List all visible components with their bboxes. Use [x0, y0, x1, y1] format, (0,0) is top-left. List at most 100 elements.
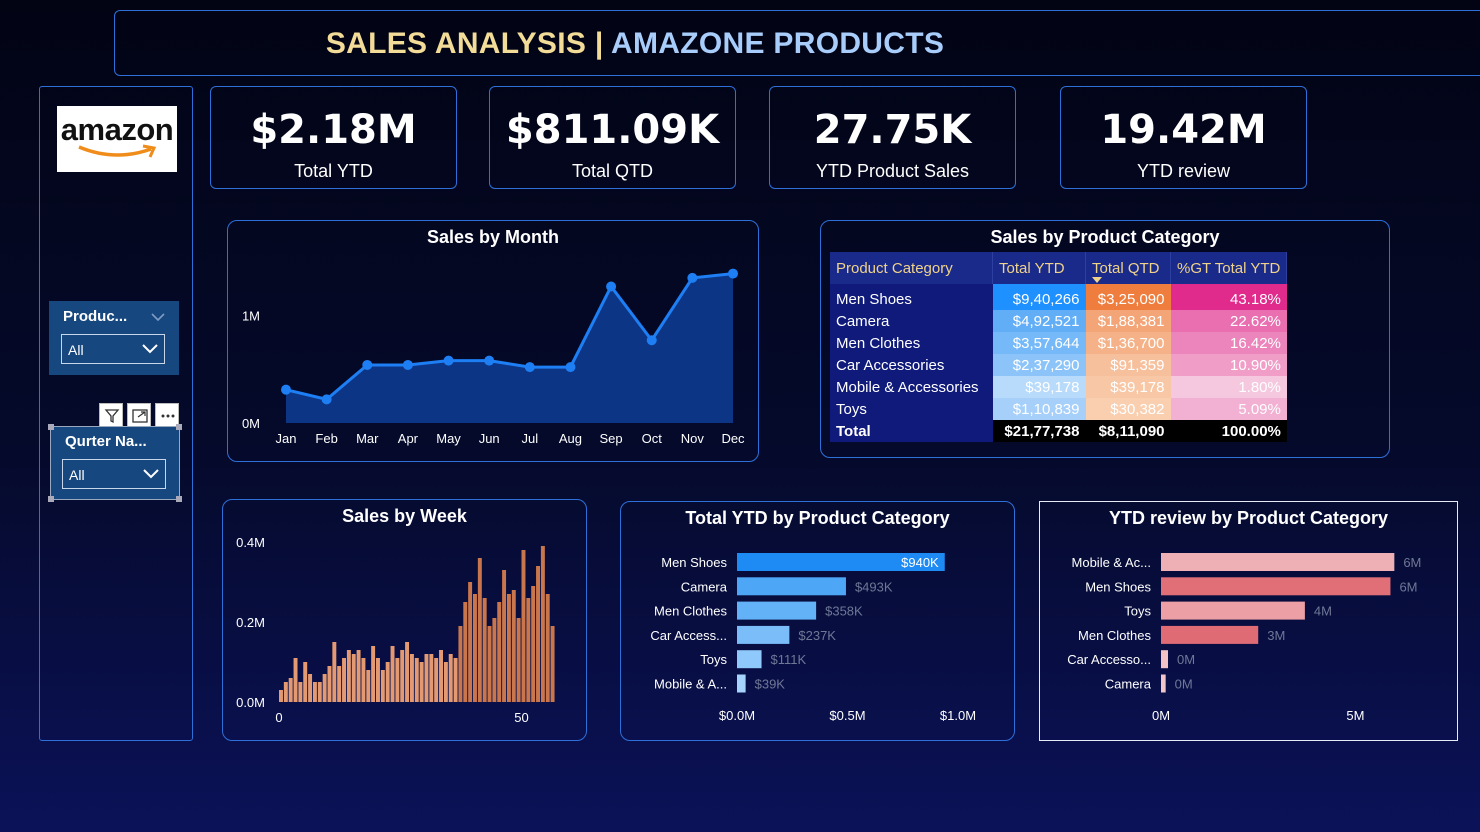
data-point	[687, 272, 698, 283]
week-bar	[327, 666, 332, 702]
table-cell: $39,178	[992, 376, 1086, 398]
x-tick-label: 50	[514, 710, 528, 725]
column-header[interactable]: Product Category	[830, 252, 993, 284]
week-bar	[409, 654, 414, 702]
category-label: Men Shoes	[1085, 579, 1151, 594]
week-bar	[283, 682, 288, 702]
week-bar	[298, 682, 303, 702]
chart-title: Sales by Product Category	[990, 227, 1220, 247]
sort-descending-icon	[1092, 277, 1102, 283]
filter-icon[interactable]	[99, 403, 123, 427]
column-header[interactable]: %GT Total YTD	[1170, 252, 1288, 284]
table-row[interactable]: Camera $4,92,521 $1,88,381 22.62%	[830, 310, 1287, 332]
x-tick-label: $0.0M	[719, 708, 755, 723]
quarter-slicer[interactable]: Qurter Na... All	[48, 424, 182, 502]
week-bar	[531, 586, 536, 702]
table-row[interactable]: Men Clothes $3,57,644 $1,36,700 16.42%	[830, 332, 1287, 354]
data-label: 4M	[1314, 604, 1332, 619]
ytd-review-by-category-chart[interactable]: YTD review by Product Category Mobile & …	[1039, 501, 1458, 741]
table-cell: $3,25,090	[1085, 284, 1171, 310]
dropdown-value: All	[69, 467, 85, 483]
week-bar-plot: 0.0M 0.2M 0.4M 0 50	[236, 535, 555, 725]
week-bar	[414, 658, 419, 702]
x-tick-label: Jan	[276, 431, 297, 446]
column-header[interactable]: Total YTD	[992, 252, 1086, 284]
data-point	[606, 281, 617, 292]
kpi-value: $811.09K	[505, 107, 720, 153]
x-tick-label: Nov	[681, 431, 705, 446]
table-cell: $1,36,700	[1085, 332, 1171, 354]
data-label: 6M	[1399, 579, 1417, 594]
week-bar	[380, 670, 385, 702]
week-bar	[434, 658, 439, 702]
week-bar	[405, 642, 410, 702]
sales-by-month-chart[interactable]: Sales by Month 0M 1M Jan Feb Mar Apr May Jun Jul…	[227, 220, 759, 462]
category-bar	[1161, 553, 1395, 571]
week-bar	[482, 598, 487, 702]
total-cell: $21,77,738	[992, 420, 1086, 442]
week-bar	[337, 666, 342, 702]
table-cell: 10.90%	[1170, 354, 1287, 376]
week-bar	[536, 566, 540, 702]
table-cell: $30,382	[1085, 398, 1171, 420]
sales-by-week-chart[interactable]: Sales by Week 0.0M 0.2M 0.4M 0 50	[222, 499, 587, 741]
table-row[interactable]: Toys $1,10,839 $30,382 5.09%	[830, 398, 1287, 420]
category-label: Men Clothes	[654, 604, 727, 619]
week-bar	[346, 650, 351, 702]
data-point	[646, 335, 657, 346]
table-cell: 43.18%	[1170, 284, 1287, 310]
category-label: Mobile & Ac...	[1072, 555, 1151, 570]
table-row[interactable]: Car Accessories $2,37,290 $91,359 10.90%	[830, 354, 1287, 376]
x-tick-label: 0	[275, 710, 282, 725]
category-label: Men Shoes	[661, 555, 727, 570]
resize-handle[interactable]	[48, 496, 54, 502]
total-ytd-by-category-chart[interactable]: Total YTD by Product Category Men Shoes $…	[620, 501, 1015, 741]
data-label: $39K	[755, 677, 786, 692]
table-row[interactable]: Mobile & Accessories $39,178 $39,178 1.80%	[830, 376, 1287, 398]
data-point	[484, 355, 495, 366]
week-bar	[390, 646, 395, 702]
table-cell: Toys	[830, 398, 993, 420]
product-dropdown[interactable]: All	[61, 334, 165, 364]
quarter-dropdown[interactable]: All	[62, 459, 166, 489]
kpi-label: Total YTD	[294, 161, 373, 181]
resize-handle[interactable]	[176, 496, 182, 502]
report-title-bar: SALES ANALYSIS | AMAZONE PRODUCTS	[114, 10, 1480, 76]
table-row[interactable]: Men Shoes $9,40,266 $3,25,090 43.18%	[830, 284, 1287, 310]
data-point	[443, 355, 454, 366]
week-bar	[385, 662, 390, 702]
category-label: Car Accesso...	[1067, 652, 1151, 667]
focus-mode-icon[interactable]	[127, 403, 151, 427]
x-tick-label: Mar	[356, 431, 379, 446]
area-fill	[286, 273, 733, 423]
table-cell: 5.09%	[1170, 398, 1287, 420]
week-bar	[308, 674, 313, 702]
month-area-plot: 0M 1M Jan Feb Mar Apr May Jun Jul Aug Sep Oct Nov Dec	[242, 268, 745, 446]
product-slicer[interactable]: Produc... All	[49, 301, 179, 375]
resize-handle[interactable]	[176, 424, 182, 430]
week-bar	[400, 650, 405, 702]
table-cell: Men Shoes	[830, 284, 993, 310]
x-tick-label: Oct	[642, 431, 663, 446]
week-bar	[545, 594, 550, 702]
table-cell: Car Accessories	[830, 354, 993, 376]
table-cell: $4,92,521	[992, 310, 1086, 332]
table-cell: Mobile & Accessories	[830, 376, 993, 398]
category-bar	[737, 674, 746, 693]
matrix-header-row: Product Category Total YTD Total QTD %GT…	[830, 252, 1288, 284]
category-bar	[1161, 577, 1391, 596]
table-cell: 1.80%	[1170, 376, 1287, 398]
x-tick-label: 0M	[1152, 708, 1170, 723]
week-bar	[424, 654, 429, 702]
week-bar	[468, 582, 473, 702]
kpi-value: 19.42M	[1100, 107, 1267, 153]
kpi-label: Total QTD	[571, 161, 654, 181]
amazon-logo: amazon	[57, 106, 177, 172]
resize-handle[interactable]	[48, 424, 54, 430]
amazon-smile-icon	[78, 144, 157, 158]
week-bar	[497, 602, 502, 702]
slicer-title: Produc...	[63, 308, 128, 325]
category-label: Toys	[700, 652, 727, 667]
week-bar	[439, 650, 443, 702]
column-header-sorted[interactable]: Total QTD	[1085, 252, 1171, 284]
